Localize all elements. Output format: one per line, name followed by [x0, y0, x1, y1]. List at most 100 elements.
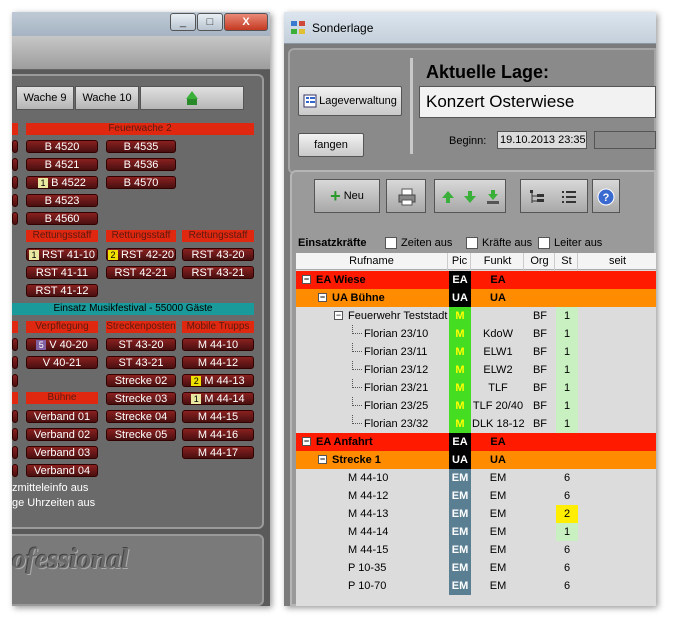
checkbox-leiter[interactable] [538, 237, 550, 249]
table-row[interactable]: M 44-13 EM EM 2 [296, 505, 656, 523]
unit-st-43-21[interactable]: ST 43-21 [106, 356, 176, 369]
unit-m-44-14[interactable]: 1M 44-14 [182, 392, 254, 405]
checkbox-zeiten[interactable] [385, 237, 397, 249]
table-row[interactable]: Florian 23/25 M TLF 20/40 BF 1 [296, 397, 656, 415]
tab-wache-10[interactable]: Wache 10 [75, 86, 139, 110]
neu-button[interactable]: + Neu [314, 179, 380, 213]
tab-wache-9[interactable]: Wache 9 [16, 86, 74, 110]
unit-b4520[interactable]: B 4520 [26, 140, 98, 153]
unit-b4535[interactable]: B 4535 [106, 140, 176, 153]
unit-st-43-20[interactable]: ST 43-20 [106, 338, 176, 351]
unit-stub[interactable] [12, 212, 18, 225]
minimize-button[interactable]: _ [170, 13, 196, 31]
unit-strecke-03[interactable]: Strecke 03 [106, 392, 176, 405]
col-seit[interactable]: seit [579, 253, 656, 271]
unit-rst-42-21[interactable]: RST 42-21 [106, 266, 176, 279]
table-row[interactable]: Florian 23/12 M ELW2 BF 1 [296, 361, 656, 379]
unit-stub[interactable] [12, 176, 18, 189]
unit-rst-43-21[interactable]: RST 43-21 [182, 266, 254, 279]
collapse-toggle-icon[interactable]: − [334, 311, 343, 320]
lage-name-field[interactable]: Konzert Osterwiese [419, 86, 656, 118]
unit-stub[interactable] [12, 194, 18, 207]
arrow-up-icon[interactable] [441, 190, 455, 204]
print-button[interactable] [386, 179, 426, 213]
list-icon[interactable] [561, 189, 577, 205]
unit-b4521[interactable]: B 4521 [26, 158, 98, 171]
col-st[interactable]: St [556, 253, 578, 271]
unit-stub[interactable] [12, 446, 18, 459]
unit-m-44-12[interactable]: M 44-12 [182, 356, 254, 369]
unit-verband-03[interactable]: Verband 03 [26, 446, 98, 459]
unit-verband-02[interactable]: Verband 02 [26, 428, 98, 441]
unit-b4570[interactable]: B 4570 [106, 176, 176, 189]
unit-strecke-04[interactable]: Strecke 04 [106, 410, 176, 423]
unit-b4522[interactable]: 1B 4522 [26, 176, 98, 189]
tree-icon[interactable] [529, 189, 545, 205]
unit-stub[interactable] [12, 428, 18, 441]
arrow-down-icon[interactable] [463, 190, 477, 204]
table-row[interactable]: − Feuerwehr Teststadt M BF 1 [296, 307, 656, 325]
unit-rst-41-10[interactable]: 1 RST 41-10 [26, 248, 98, 261]
table-row[interactable]: Florian 23/10 M KdoW BF 1 [296, 325, 656, 343]
table-row[interactable]: M 44-10 EM EM 6 [296, 469, 656, 487]
table-row[interactable]: P 10-35 EM EM 6 [296, 559, 656, 577]
unit-stub[interactable] [12, 374, 18, 387]
table-row[interactable]: Florian 23/21 M TLF BF 1 [296, 379, 656, 397]
col-pic[interactable]: Pic [449, 253, 471, 271]
cell-pic: EM [449, 487, 471, 505]
unit-b4536[interactable]: B 4536 [106, 158, 176, 171]
table-row[interactable]: − UA Bühne UA UA [296, 289, 656, 307]
unit-rst-43-20[interactable]: RST 43-20 [182, 248, 254, 261]
table-row[interactable]: Florian 23/11 M ELW1 BF 1 [296, 343, 656, 361]
col-rufname[interactable]: Rufname [296, 253, 448, 271]
option-line-2[interactable]: ge Uhrzeiten aus [12, 497, 95, 509]
col-org[interactable]: Org [525, 253, 555, 271]
unit-m-44-17[interactable]: M 44-17 [182, 446, 254, 459]
unit-b4523[interactable]: B 4523 [26, 194, 98, 207]
table-row[interactable]: M 44-12 EM EM 6 [296, 487, 656, 505]
unit-rst-42-20[interactable]: 2 RST 42-20 [106, 248, 176, 261]
checkbox-kraefte[interactable] [466, 237, 478, 249]
table-row[interactable]: − EA Anfahrt EA EA [296, 433, 656, 451]
unit-strecke-02[interactable]: Strecke 02 [106, 374, 176, 387]
unit-stub[interactable] [12, 410, 18, 423]
unit-strecke-05[interactable]: Strecke 05 [106, 428, 176, 441]
unit-stub[interactable] [12, 338, 18, 351]
table-row[interactable]: − EA Wiese EA EA [296, 271, 656, 289]
end-field[interactable] [594, 131, 656, 149]
unit-v-40-21[interactable]: V 40-21 [26, 356, 98, 369]
unit-verband-01[interactable]: Verband 01 [26, 410, 98, 423]
beginn-field[interactable]: 19.10.2013 23:35 [497, 131, 587, 149]
download-icon[interactable] [485, 189, 501, 205]
unit-stub[interactable] [12, 158, 18, 171]
tab-next-button[interactable] [140, 86, 244, 110]
unit-b4560[interactable]: B 4560 [26, 212, 98, 225]
table-row[interactable]: M 44-14 EM EM 1 [296, 523, 656, 541]
unit-stub[interactable] [12, 464, 18, 477]
fangen-button[interactable]: fangen [298, 133, 364, 157]
unit-m-44-10[interactable]: M 44-10 [182, 338, 254, 351]
collapse-toggle-icon[interactable]: − [302, 275, 311, 284]
table-row[interactable]: Florian 23/32 M DLK 18-12 BF 1 [296, 415, 656, 433]
close-button[interactable]: X [224, 13, 268, 31]
option-line-1[interactable]: zmitteleinfo aus [12, 482, 88, 494]
help-button[interactable]: ? [592, 179, 620, 213]
collapse-toggle-icon[interactable]: − [302, 437, 311, 446]
unit-rst-41-11[interactable]: RST 41-11 [26, 266, 98, 279]
unit-rst-41-12[interactable]: RST 41-12 [26, 284, 98, 297]
collapse-toggle-icon[interactable]: − [318, 293, 327, 302]
table-row[interactable]: P 10-70 EM EM 6 [296, 577, 656, 595]
collapse-toggle-icon[interactable]: − [318, 455, 327, 464]
col-funkt[interactable]: Funkt [472, 253, 524, 271]
unit-verband-04[interactable]: Verband 04 [26, 464, 98, 477]
unit-stub[interactable] [12, 356, 18, 369]
maximize-button[interactable]: □ [197, 13, 223, 31]
table-row[interactable]: − Strecke 1 UA UA [296, 451, 656, 469]
unit-m-44-13[interactable]: 2M 44-13 [182, 374, 254, 387]
lageverwaltung-button[interactable]: Lageverwaltung [298, 86, 402, 116]
unit-v-40-20[interactable]: 5V 40-20 [26, 338, 98, 351]
table-row[interactable]: M 44-15 EM EM 6 [296, 541, 656, 559]
unit-m-44-15[interactable]: M 44-15 [182, 410, 254, 423]
unit-m-44-16[interactable]: M 44-16 [182, 428, 254, 441]
unit-stub[interactable] [12, 140, 18, 153]
